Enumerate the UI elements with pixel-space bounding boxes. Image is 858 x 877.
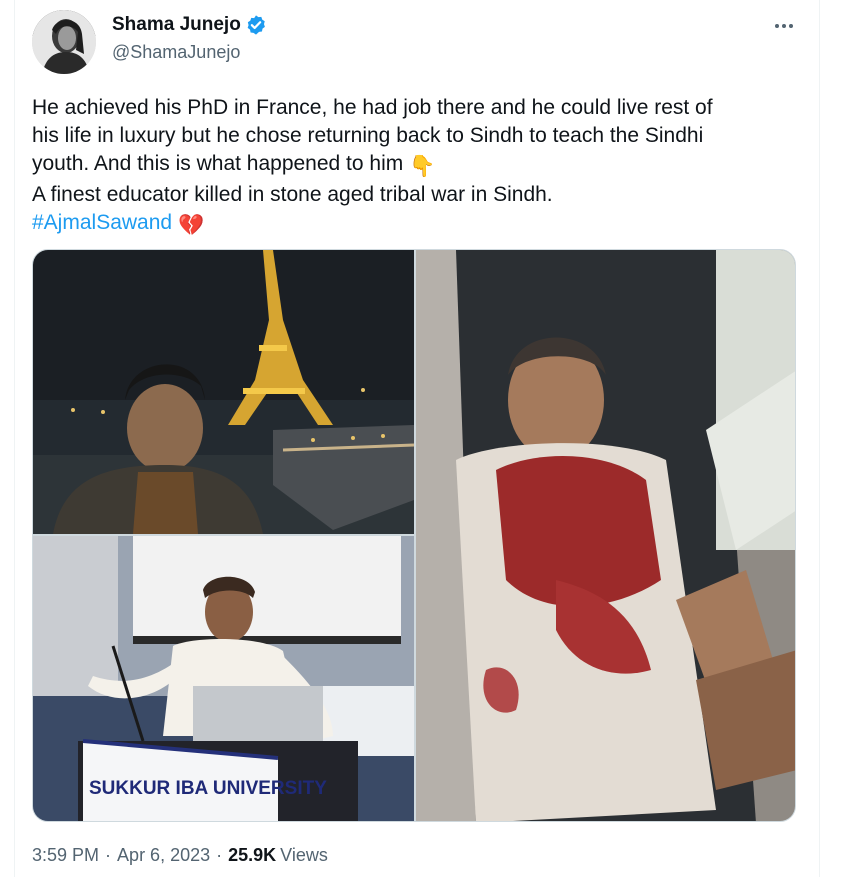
tweet-meta: 3:59 PM · Apr 6, 2023 · 25.9K Views — [32, 845, 328, 866]
meta-separator: · — [105, 845, 112, 865]
photo-victim[interactable] — [416, 250, 795, 821]
tweet-line-2: his life in luxury but he chose returnin… — [32, 124, 704, 147]
tweet-line-1: He achieved his PhD in France, he had jo… — [32, 96, 713, 119]
views-label: Views — [280, 845, 328, 865]
tweet-text: He achieved his PhD in France, he had jo… — [32, 94, 808, 240]
avatar-image — [32, 10, 96, 74]
broken-heart-emoji: 💔 — [177, 214, 205, 237]
pointing-down-emoji: 👇 — [409, 155, 436, 178]
more-options-icon[interactable] — [770, 14, 798, 38]
author-handle[interactable]: @ShamaJunejo — [112, 42, 240, 63]
verified-badge-icon — [245, 14, 267, 36]
tweet-date[interactable]: Apr 6, 2023 — [117, 845, 210, 866]
media-grid: SUKKUR IBA UNIVERSITY — [32, 249, 796, 822]
hashtag-link[interactable]: #AjmalSawand — [32, 211, 172, 234]
tweet-line-3: youth. And this is what happened to him … — [32, 150, 808, 181]
lecture-banner-text: SUKKUR IBA UNIVERSITY — [89, 778, 327, 799]
display-name[interactable]: Shama Junejo — [112, 14, 241, 36]
photo-eiffel-tower[interactable] — [33, 250, 414, 534]
tweet-time[interactable]: 3:59 PM — [32, 845, 99, 866]
avatar[interactable] — [32, 10, 96, 74]
tweet-line-3-text: youth. And this is what happened to him — [32, 152, 404, 175]
author-name-row: Shama Junejo — [112, 14, 267, 36]
tweet-line-5: #AjmalSawand 💔 — [32, 209, 808, 240]
meta-separator-2: · — [216, 845, 223, 865]
tweet-line-4: A finest educator killed in stone aged t… — [32, 183, 553, 206]
views-count: 25.9K — [228, 845, 277, 865]
photo-lecture[interactable]: SUKKUR IBA UNIVERSITY — [33, 536, 414, 821]
